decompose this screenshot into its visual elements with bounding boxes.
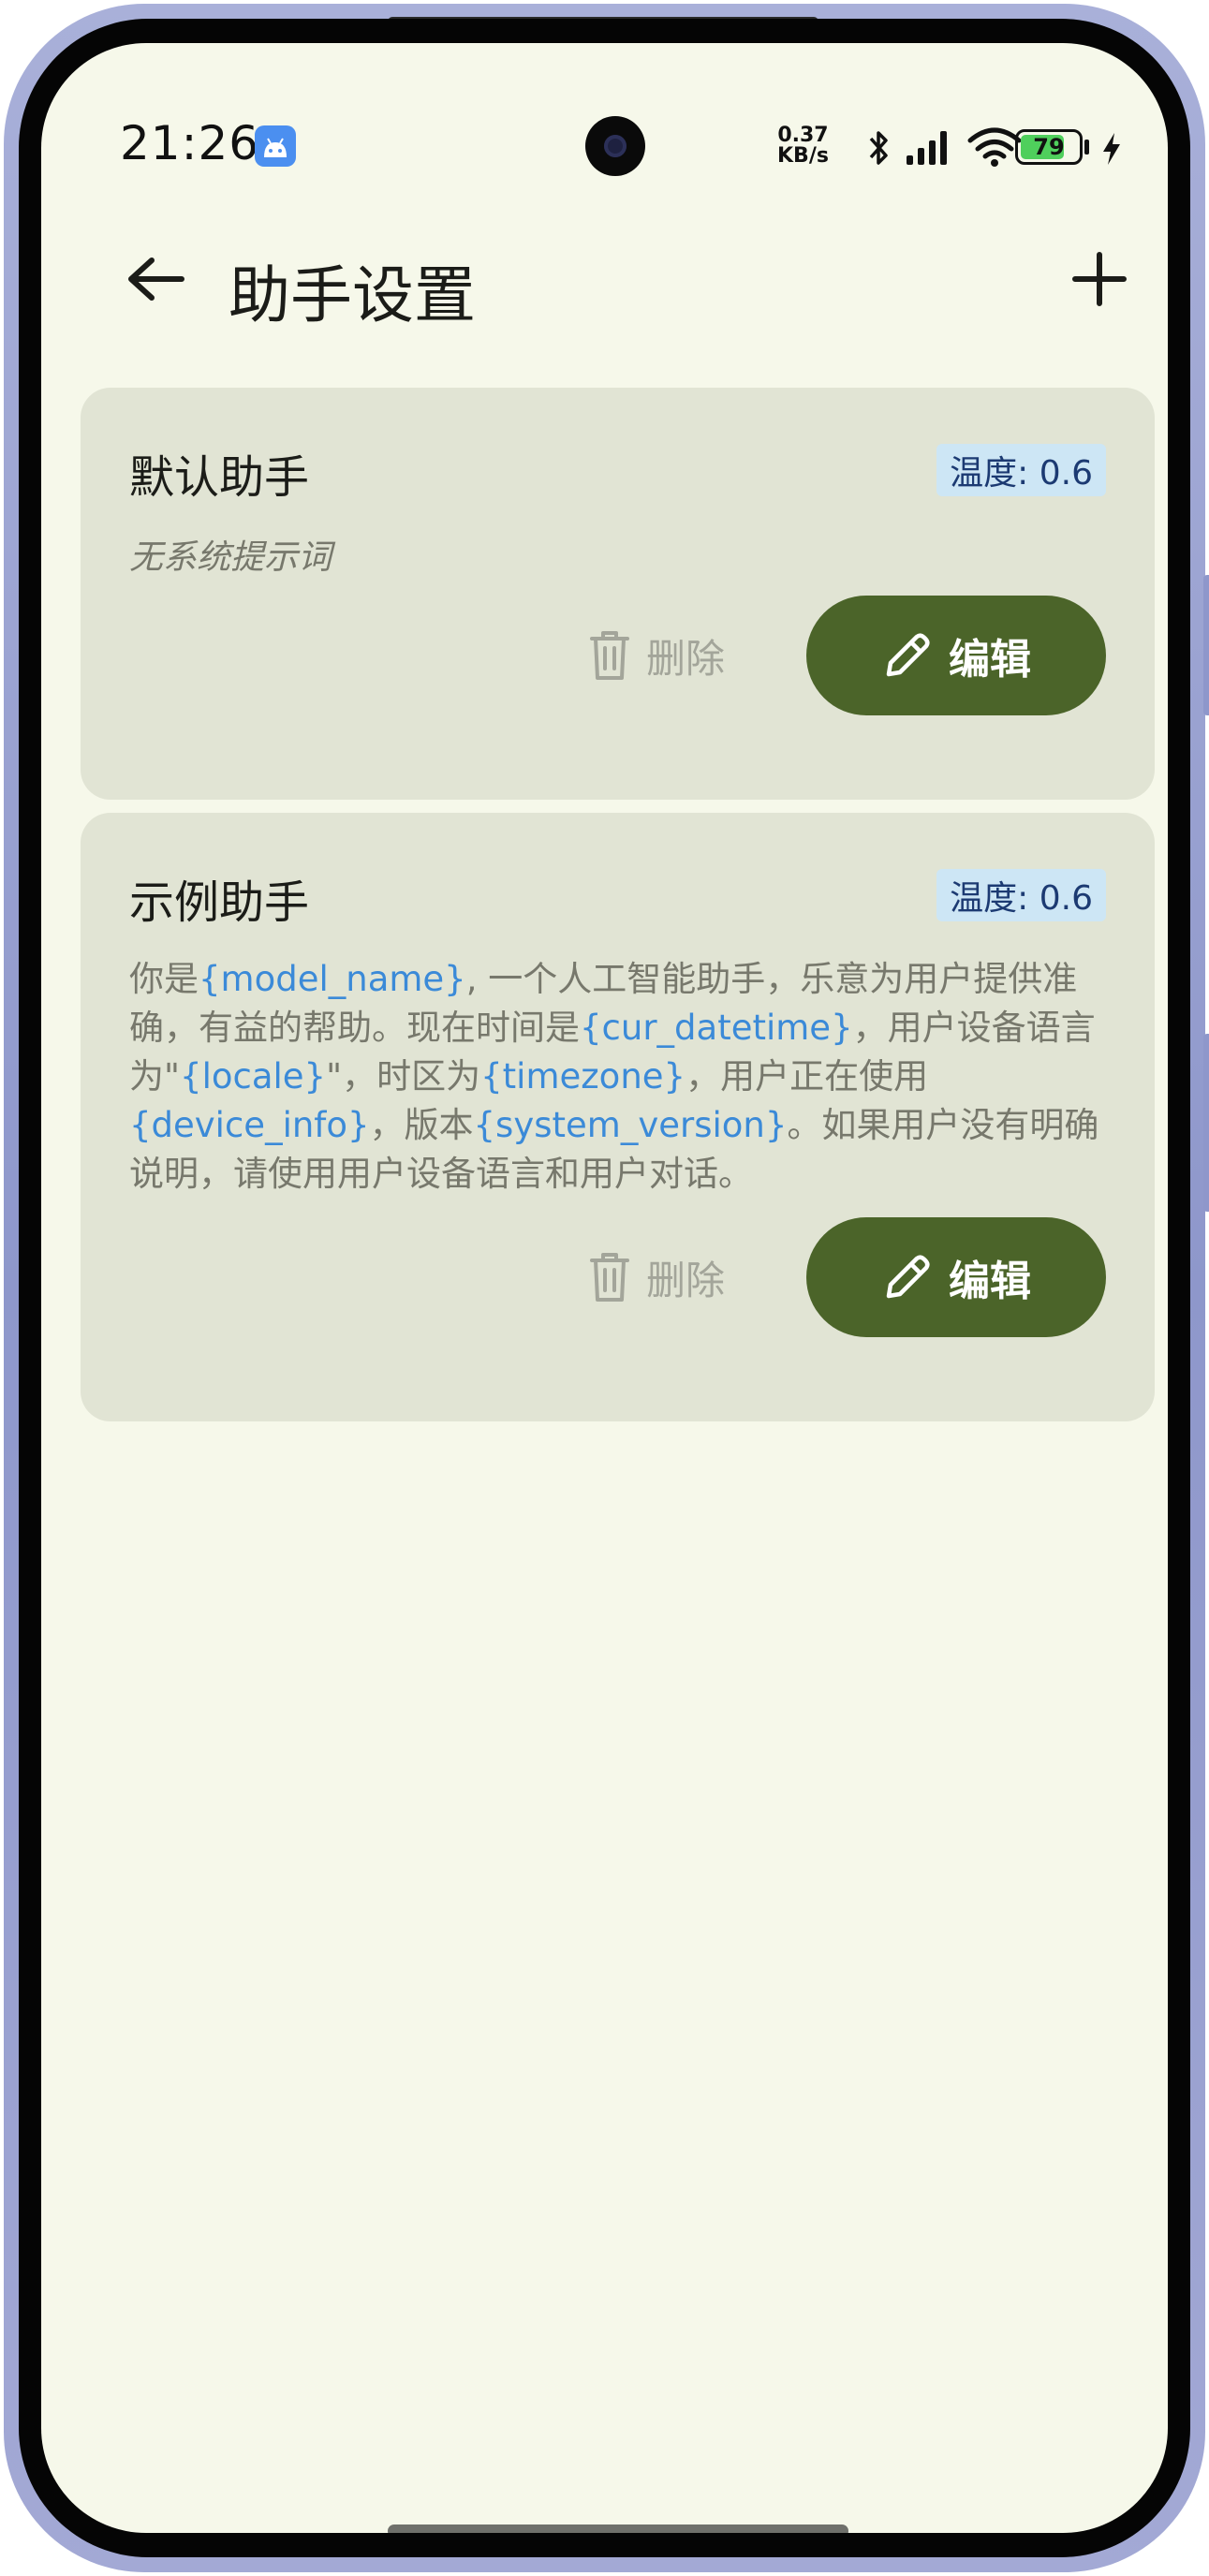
network-speed-unit: KB/s bbox=[777, 144, 829, 168]
volume-button bbox=[1203, 575, 1209, 715]
assistant-card-default[interactable]: 默认助手 温度: 0.6 无系统提示词 删除 编辑 bbox=[81, 388, 1155, 800]
prompt-variable: {system_version} bbox=[473, 1105, 788, 1145]
prompt-variable: {cur_datetime} bbox=[580, 1008, 853, 1048]
signal-icon bbox=[907, 131, 947, 165]
assistant-name: 默认助手 bbox=[129, 451, 310, 504]
phone-frame: 21:26 0.37 KB/s 79 助手设置 默认助手 温度: 0.6 无系统… bbox=[4, 4, 1209, 2572]
delete-label: 删除 bbox=[646, 1257, 726, 1303]
assistant-card-example[interactable]: 示例助手 温度: 0.6 你是{model_name}, 一个人工智能助手，乐意… bbox=[81, 813, 1155, 1421]
assistant-prompt-placeholder: 无系统提示词 bbox=[129, 538, 332, 577]
plus-icon bbox=[1072, 252, 1127, 306]
prompt-variable: {timezone} bbox=[480, 1056, 686, 1097]
pencil-icon bbox=[886, 1255, 930, 1299]
trash-icon bbox=[590, 1253, 629, 1302]
trash-icon bbox=[590, 631, 629, 680]
battery-indicator: 79 bbox=[1015, 129, 1083, 165]
pencil-icon bbox=[886, 633, 930, 677]
home-indicator[interactable] bbox=[388, 2524, 848, 2533]
front-camera bbox=[585, 116, 645, 176]
page-title: 助手设置 bbox=[229, 259, 476, 331]
prompt-segment: "，时区为 bbox=[326, 1056, 481, 1097]
charging-icon bbox=[1103, 133, 1120, 165]
edit-label: 编辑 bbox=[949, 1258, 1031, 1305]
temperature-badge: 温度: 0.6 bbox=[936, 444, 1106, 496]
network-speed: 0.37 KB/s bbox=[777, 125, 829, 167]
delete-button[interactable]: 删除 bbox=[586, 618, 725, 693]
assistant-name: 示例助手 bbox=[129, 876, 310, 929]
assistant-system-prompt: 你是{model_name}, 一个人工智能助手，乐意为用户提供准确，有益的帮助… bbox=[129, 955, 1113, 1199]
back-button[interactable] bbox=[107, 230, 191, 333]
prompt-segment: 你是 bbox=[129, 959, 199, 999]
edit-label: 编辑 bbox=[949, 636, 1031, 684]
prompt-variable: {model_name} bbox=[199, 959, 466, 999]
power-button bbox=[1203, 1034, 1209, 1212]
phone-bezel: 21:26 0.37 KB/s 79 助手设置 默认助手 温度: 0.6 无系统… bbox=[19, 19, 1190, 2557]
prompt-variable: {device_info} bbox=[129, 1105, 370, 1145]
arrow-left-icon bbox=[128, 258, 184, 301]
prompt-segment: ，版本 bbox=[369, 1105, 474, 1145]
battery-cap bbox=[1084, 140, 1089, 155]
wifi-icon bbox=[967, 127, 1022, 167]
status-time: 21:26 bbox=[120, 116, 260, 170]
bluetooth-icon bbox=[869, 131, 888, 165]
temperature-badge: 温度: 0.6 bbox=[936, 869, 1106, 921]
edit-button[interactable]: 编辑 bbox=[806, 1217, 1106, 1337]
status-bar: 21:26 0.37 KB/s 79 bbox=[41, 43, 1168, 202]
delete-button[interactable]: 删除 bbox=[586, 1240, 725, 1315]
add-assistant-button[interactable] bbox=[1053, 236, 1146, 330]
delete-label: 删除 bbox=[646, 635, 726, 682]
prompt-segment: ，用户正在使用 bbox=[686, 1056, 929, 1097]
battery-level: 79 bbox=[1033, 134, 1065, 160]
prompt-variable: {locale} bbox=[180, 1056, 327, 1097]
edit-button[interactable]: 编辑 bbox=[806, 596, 1106, 715]
network-speed-value: 0.37 bbox=[777, 124, 829, 147]
android-notification-icon bbox=[255, 125, 296, 167]
screen: 21:26 0.37 KB/s 79 助手设置 默认助手 温度: 0.6 无系统… bbox=[41, 43, 1168, 2533]
